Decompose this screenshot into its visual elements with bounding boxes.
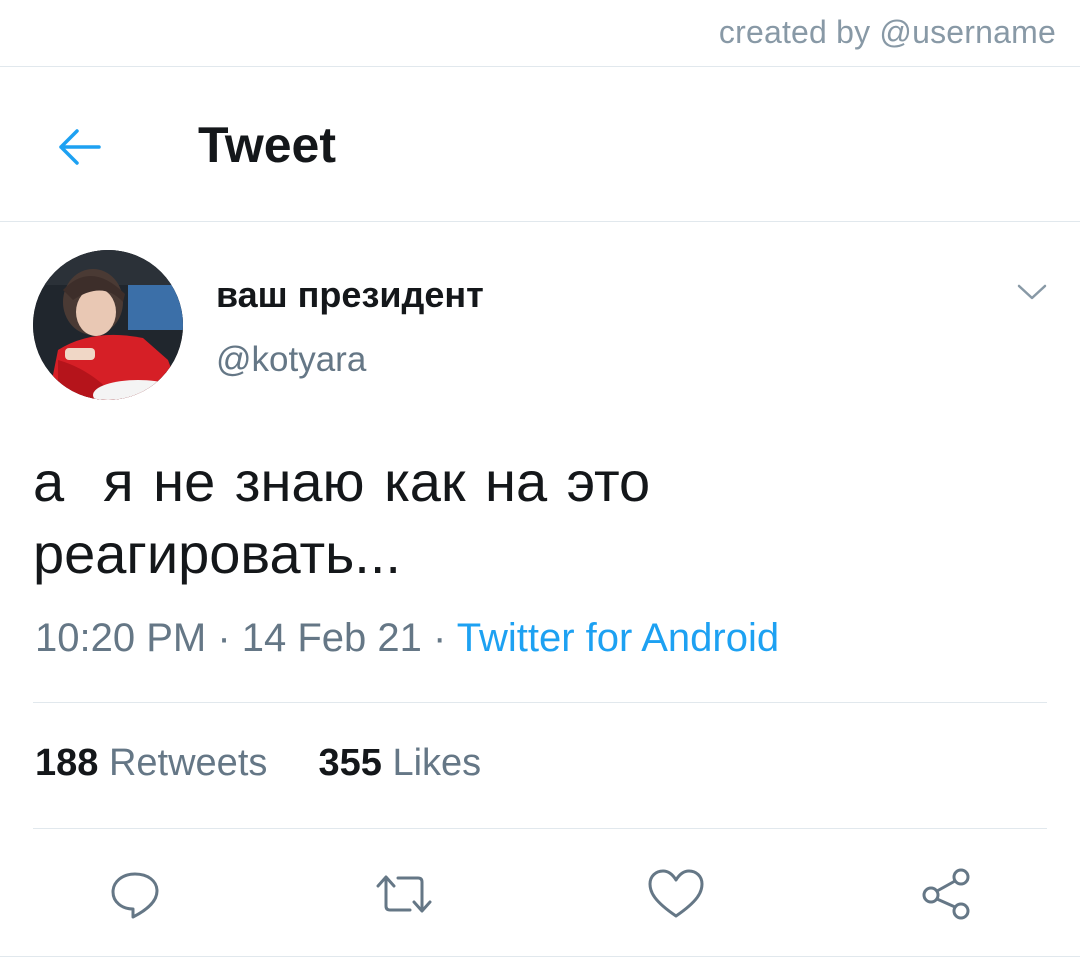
reply-button[interactable]	[103, 862, 167, 926]
like-icon	[648, 869, 704, 918]
retweets-label: Retweets	[108, 742, 268, 784]
reply-icon	[111, 872, 159, 919]
likes-label: Likes	[392, 742, 482, 784]
like-button[interactable]	[644, 862, 708, 926]
tweet-text-line: а я не знаю как на это	[33, 450, 651, 513]
tweet-text: а я не знаю как на это реагировать...	[33, 446, 1033, 590]
tweet-date: 14 Feb 21	[241, 616, 422, 660]
avatar[interactable]	[33, 250, 183, 400]
retweets-stat[interactable]: 188 Retweets	[35, 742, 278, 784]
author-display-name[interactable]: ваш президент	[216, 274, 484, 316]
tweet-meta: 10:20 PM · 14 Feb 21 · Twitter for Andro…	[35, 616, 779, 661]
tweet-time: 10:20 PM	[35, 616, 207, 660]
avatar-photo	[33, 250, 183, 400]
author-handle[interactable]: @kotyara	[216, 340, 366, 380]
creator-credit: created by @username	[718, 14, 1056, 50]
divider	[33, 702, 1047, 703]
meta-separator: ·	[206, 616, 242, 660]
retweet-button[interactable]	[372, 862, 436, 926]
divider	[33, 828, 1047, 829]
share-button[interactable]	[914, 862, 978, 926]
divider	[0, 66, 1080, 67]
retweets-count: 188	[35, 742, 99, 784]
likes-stat[interactable]: 355 Likes	[319, 742, 482, 784]
tweet-source-link[interactable]: Twitter for Android	[457, 616, 779, 660]
chevron-down-icon	[1017, 284, 1047, 300]
page-title: Tweet	[198, 117, 336, 173]
arrow-left-icon	[59, 129, 101, 165]
divider	[0, 956, 1080, 957]
share-icon	[922, 868, 970, 920]
tweet-text-line: реагировать...	[33, 522, 401, 585]
back-button[interactable]	[44, 112, 114, 182]
meta-separator: ·	[421, 616, 457, 660]
tweet-stats: 188 Retweets 355 Likes	[35, 742, 481, 785]
likes-count: 355	[318, 742, 382, 784]
retweet-icon	[376, 875, 432, 913]
divider	[0, 221, 1080, 222]
tweet-menu-button[interactable]	[1008, 274, 1056, 310]
